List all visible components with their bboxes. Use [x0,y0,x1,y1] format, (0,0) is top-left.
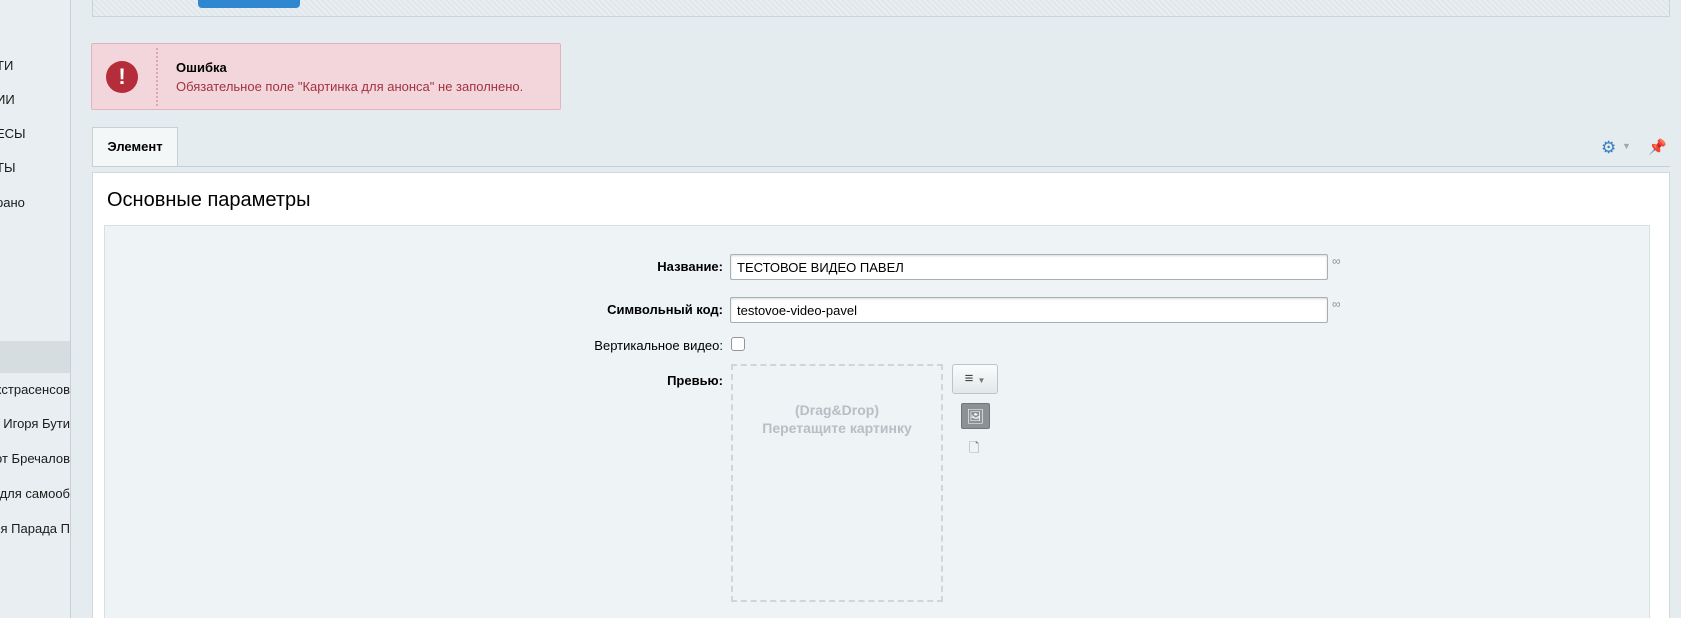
sidebar-subitem[interactable]: от Бречалов [0,451,70,466]
vertical-video-checkbox[interactable] [731,337,745,351]
file-icon[interactable]: 🗋 [969,439,979,461]
menu-icon: ≡ [964,370,974,387]
chevron-down-icon: ▼ [977,376,986,385]
sidebar-subitem[interactable]: экстрасенсов [0,382,70,397]
vertical-video-label: Вертикальное видео: [594,338,723,353]
dropzone-hint: (Drag&Drop) [795,402,879,418]
sidebar-subitem-label: ция Парада П [0,521,70,536]
sidebar-item[interactable]: ТЫ [0,160,15,175]
sidebar-item[interactable]: ЕСЫ [0,126,26,141]
tab-element[interactable]: Элемент [92,127,178,167]
sidebar-item[interactable]: ТИ [0,58,13,73]
sidebar-item[interactable]: ИИ [0,92,15,107]
sidebar-subitem-label: от Бречалов [0,451,70,466]
left-sidebar: ТИ ИИ ЕСЫ ТЫ рано экстрасенсов т Игоря Б… [0,0,71,618]
section-title: Основные параметры [107,189,311,211]
preview-menu-button[interactable]: ≡ ▼ [952,364,998,394]
sidebar-subitem[interactable]: для самооб [0,486,70,501]
top-toolbar [92,0,1670,17]
code-input[interactable] [730,297,1328,323]
chevron-down-icon[interactable]: ▼ [1622,141,1631,151]
preview-dropzone[interactable]: (Drag&Drop) Перетащите картинку [731,364,943,602]
tab-divider [92,166,1670,167]
sidebar-subitem-label: т Игоря Бути [0,416,70,431]
error-message: ! Ошибка Обязательное поле "Картинка для… [91,43,561,110]
image-icon[interactable]: 🖼 [961,403,990,429]
toolbar-button[interactable] [198,0,300,8]
sidebar-subitem-label: для самооб [0,486,70,501]
error-title: Ошибка [176,60,227,75]
sidebar-subitem[interactable]: ция Парада П [0,521,70,536]
code-label: Символьный код: [607,302,723,317]
error-icon: ! [106,61,138,93]
name-label: Название: [657,259,723,274]
name-input[interactable] [730,254,1328,280]
sidebar-item[interactable]: рано [0,195,25,210]
preview-label: Превью: [667,373,723,388]
sidebar-active-item[interactable] [0,341,70,373]
gear-icon[interactable]: ⚙ [1601,138,1616,158]
pin-icon[interactable]: 📌 [1648,138,1667,156]
link-icon[interactable]: ∞ [1332,298,1341,318]
error-divider [156,48,158,106]
error-text: Обязательное поле "Картинка для анонса" … [176,79,524,94]
link-icon[interactable]: ∞ [1332,255,1341,275]
dropzone-instruction: Перетащите картинку [762,420,912,436]
sidebar-subitem[interactable]: т Игоря Бути [0,416,70,431]
sidebar-subitem-label: экстрасенсов [0,382,70,397]
